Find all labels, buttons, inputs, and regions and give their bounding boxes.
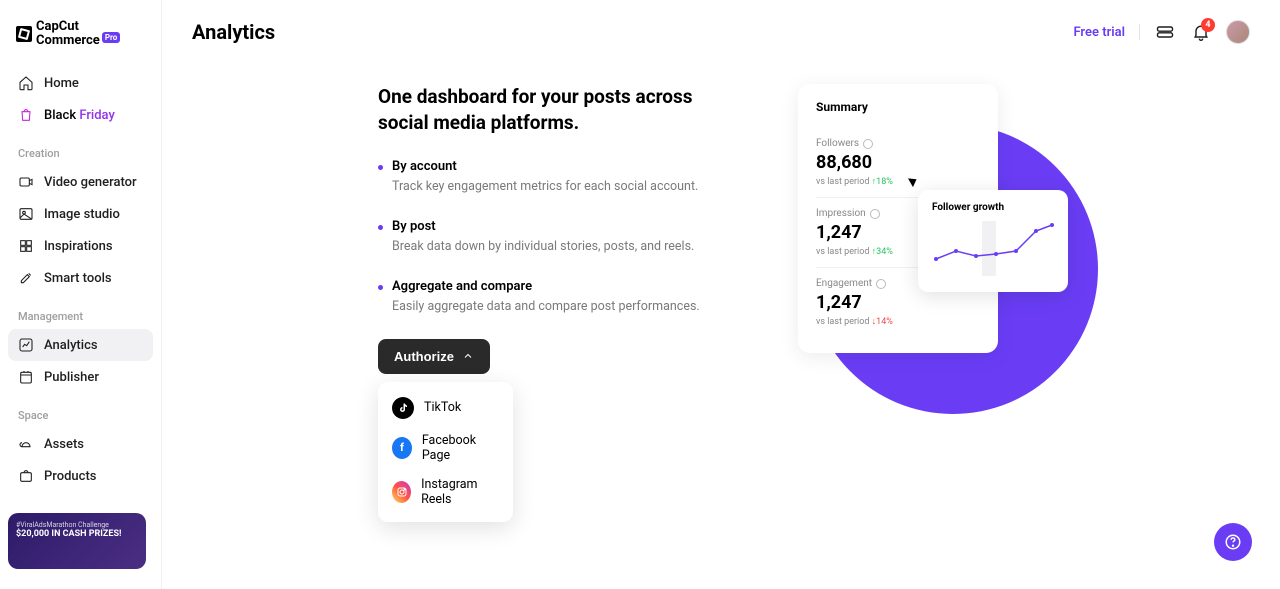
notification-badge: 4 <box>1201 18 1215 32</box>
authorize-dropdown: TikTok f Facebook Page Instagram Reels <box>378 382 513 522</box>
point-by-post: By post Break data down by individual st… <box>378 219 718 257</box>
chevron-up-icon <box>462 350 474 362</box>
hero-title: One dashboard for your posts across soci… <box>378 84 718 135</box>
page-title: Analytics <box>192 20 275 44</box>
point-by-account: By account Track key engagement metrics … <box>378 159 718 197</box>
info-icon <box>863 139 873 149</box>
follower-growth-card: Follower growth <box>918 190 1068 292</box>
info-icon <box>870 209 880 219</box>
avatar[interactable] <box>1226 20 1250 44</box>
sidebar-item-publisher[interactable]: Publisher <box>8 361 153 393</box>
smart-tools-icon <box>18 270 34 286</box>
logo-icon <box>16 26 32 42</box>
dropdown-item-instagram[interactable]: Instagram Reels <box>378 470 513 514</box>
info-icon <box>876 279 886 289</box>
dropdown-item-tiktok[interactable]: TikTok <box>378 390 513 426</box>
help-fab[interactable] <box>1214 523 1252 561</box>
sidebar-item-smart-tools[interactable]: Smart tools <box>8 262 153 294</box>
image-studio-icon <box>18 206 34 222</box>
sidebar-item-video-generator[interactable]: Video generator <box>8 166 153 198</box>
tiktok-icon <box>392 397 414 419</box>
notifications-icon[interactable]: 4 <box>1190 21 1212 43</box>
wallet-icon[interactable] <box>1154 21 1176 43</box>
sidebar-item-analytics[interactable]: Analytics <box>8 329 153 361</box>
topbar: Analytics Free trial 4 <box>162 0 1280 64</box>
bag-icon <box>18 107 34 123</box>
help-icon <box>1224 533 1242 551</box>
section-management: Management <box>8 294 153 329</box>
video-generator-icon <box>18 174 34 190</box>
point-aggregate: Aggregate and compare Easily aggregate d… <box>378 279 718 317</box>
products-icon <box>18 468 34 484</box>
authorize-button[interactable]: Authorize <box>378 339 490 374</box>
logo[interactable]: CapCut CommercePro <box>8 20 153 67</box>
home-icon <box>18 75 34 91</box>
sidebar-item-inspirations[interactable]: Inspirations <box>8 230 153 262</box>
hero-illustration: Summary Followers 88,680 vs last period … <box>798 84 1098 444</box>
section-creation: Creation <box>8 131 153 166</box>
sidebar: CapCut CommercePro Home Black Friday Cre… <box>0 0 162 589</box>
sidebar-item-products[interactable]: Products <box>8 460 153 492</box>
dropdown-item-facebook[interactable]: f Facebook Page <box>378 426 513 470</box>
inspirations-icon <box>18 238 34 254</box>
assets-icon <box>18 436 34 452</box>
analytics-icon <box>18 337 34 353</box>
sidebar-item-image-studio[interactable]: Image studio <box>8 198 153 230</box>
sidebar-item-home[interactable]: Home <box>8 67 153 99</box>
publisher-icon <box>18 369 34 385</box>
sidebar-item-black-friday[interactable]: Black Friday <box>8 99 153 131</box>
section-space: Space <box>8 393 153 428</box>
promo-banner[interactable]: #ViralAdsMarathon Challenge $20,000 IN C… <box>8 513 146 569</box>
instagram-icon <box>392 481 411 503</box>
sparkline-chart <box>932 221 1054 276</box>
metric-followers: Followers 88,680 vs last period ↑18% <box>816 128 980 198</box>
main: Analytics Free trial 4 One dashboard for… <box>162 0 1280 589</box>
facebook-icon: f <box>392 437 412 459</box>
sidebar-item-assets[interactable]: Assets <box>8 428 153 460</box>
hero-left: One dashboard for your posts across soci… <box>378 84 718 589</box>
free-trial-link[interactable]: Free trial <box>1073 25 1125 40</box>
